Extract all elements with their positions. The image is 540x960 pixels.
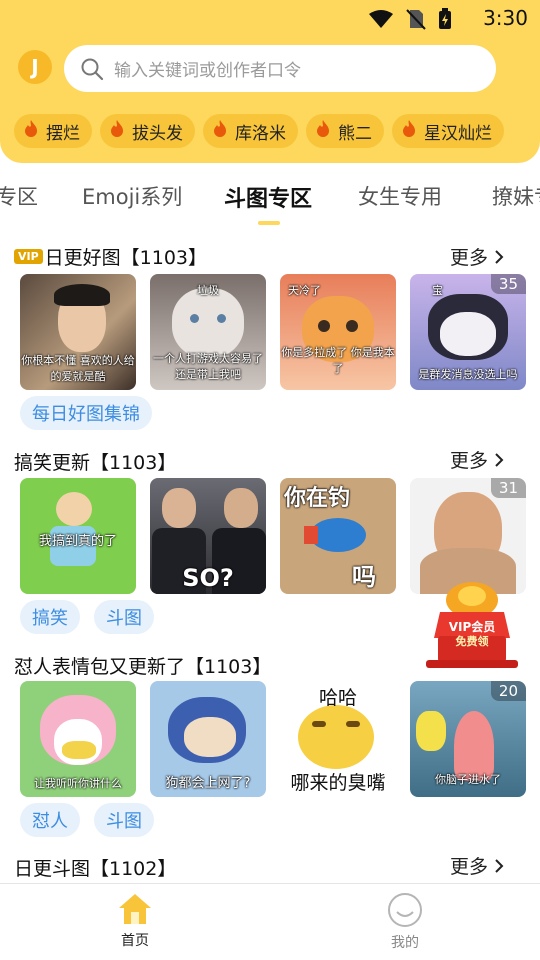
status-icons <box>368 8 452 30</box>
tab-doutu[interactable]: 斗图专区 <box>224 181 312 213</box>
search-placeholder: 输入关键词或创作者口令 <box>114 61 301 81</box>
hot-tag-label: 拔头发 <box>132 123 183 144</box>
thumb-caption-top: 宝 <box>432 284 443 297</box>
more-label: 更多 <box>449 856 488 878</box>
section-title: VIP 日更好图【1103】 <box>14 243 207 270</box>
more-link[interactable]: 更多 <box>450 852 504 879</box>
hot-tag-chip[interactable]: 星汉灿烂 <box>392 114 504 148</box>
search-icon <box>81 58 104 80</box>
nav-home[interactable]: 首页 <box>95 892 175 950</box>
tag-funny[interactable]: 搞笑 <box>20 600 80 634</box>
app-logo[interactable]: J <box>18 50 52 84</box>
thumb-caption: 是群发消息没选上吗 <box>418 368 518 381</box>
vip-promo-button[interactable]: VIP会员 免费领 <box>420 578 524 670</box>
thumb-caption: 我搞到真的了 <box>38 534 117 549</box>
tag-doutu[interactable]: 斗图 <box>94 803 154 837</box>
meme-thumb[interactable]: 狗都会上网了? <box>150 681 266 797</box>
vip-badge: VIP <box>14 249 43 264</box>
tab-zone[interactable]: 专区 <box>0 181 38 211</box>
hot-tag-chip[interactable]: 拔头发 <box>100 114 195 148</box>
thumb-caption: 你脑子进水了 <box>435 773 501 786</box>
status-time: 3:30 <box>483 6 528 30</box>
search-bar[interactable]: 输入关键词或创作者口令 <box>64 45 496 92</box>
thumb-caption: 狗都会上网了? <box>165 776 251 791</box>
thumb-caption: SO? <box>182 564 234 592</box>
tag-diss[interactable]: 怼人 <box>20 803 80 837</box>
thumb-caption-top: 垃圾 <box>197 284 219 297</box>
thumb-caption: 你是多拉成了 你是我本了 <box>281 346 395 375</box>
more-link[interactable]: 更多 <box>450 243 504 270</box>
smiley-icon <box>388 893 422 927</box>
fire-icon <box>110 119 124 143</box>
hot-tags-row: 摆烂 拔头发 库洛米 熊二 星汉灿烂 <box>14 114 504 148</box>
section-title: 搞笑更新【1103】 <box>14 452 177 474</box>
active-tab-indicator <box>258 221 280 225</box>
meme-thumb[interactable]: 你在钓 吗 <box>280 478 396 594</box>
thumb-caption-top: 哈哈 <box>318 687 357 709</box>
meme-thumb[interactable]: 35 宝 是群发消息没选上吗 <box>410 274 526 390</box>
category-tabs: 专区 Emoji系列 斗图专区 女生专用 撩妹专 <box>0 175 540 225</box>
hot-tag-chip[interactable]: 库洛米 <box>203 114 298 148</box>
more-label: 更多 <box>449 247 488 269</box>
meme-thumb[interactable]: 我搞到真的了 <box>20 478 136 594</box>
bottom-nav: 首页 我的 <box>0 883 540 960</box>
chevron-right-icon <box>495 249 504 264</box>
meme-thumb[interactable]: 哈哈 哪来的臭嘴 <box>280 681 396 797</box>
hot-tag-label: 摆烂 <box>46 123 80 144</box>
hot-tag-label: 库洛米 <box>235 123 286 144</box>
thumb-caption: 让我听听你讲什么 <box>34 777 122 790</box>
hot-tag-chip[interactable]: 熊二 <box>306 114 384 148</box>
meme-thumb[interactable]: 垃圾 一个人打游戏太容易了 还是带上我吧 <box>150 274 266 390</box>
section-title: 怼人表情包又更新了【1103】 <box>14 656 272 678</box>
meme-thumb[interactable]: 天冷了 你是多拉成了 你是我本了 <box>280 274 396 390</box>
battery-icon <box>439 8 451 29</box>
tab-emoji[interactable]: Emoji系列 <box>82 181 182 211</box>
fire-icon <box>213 119 227 143</box>
hot-tag-label: 熊二 <box>338 123 372 144</box>
meme-thumb[interactable]: 让我听听你讲什么 <box>20 681 136 797</box>
nav-mine-label: 我的 <box>391 935 419 951</box>
thumb-caption: 哪来的臭嘴 <box>290 772 386 794</box>
status-bar: 3:30 <box>0 0 540 36</box>
image-count-badge: 20 <box>490 681 526 701</box>
home-icon <box>119 894 151 924</box>
thumb-caption: 一个人打游戏太容易了 还是带上我吧 <box>153 352 263 381</box>
more-link[interactable]: 更多 <box>450 446 504 473</box>
section-title: 日更斗图【1102】 <box>14 858 177 880</box>
nav-home-label: 首页 <box>121 933 149 949</box>
header: 3:30 J 输入关键词或创作者口令 摆烂 拔头发 库洛米 熊二 星汉灿烂 <box>0 0 540 163</box>
thumb-caption-top: 天冷了 <box>288 284 321 297</box>
no-sim-icon <box>406 9 426 30</box>
vip-promo-subtitle: 免费领 <box>455 635 489 648</box>
meme-thumb[interactable]: 你根本不懂 喜欢的人给的爱就是酷 <box>20 274 136 390</box>
meme-thumb[interactable]: 31 <box>410 478 526 594</box>
thumb-caption: 吗 <box>352 563 376 591</box>
wifi-icon <box>369 10 393 28</box>
nav-mine[interactable]: 我的 <box>365 892 445 952</box>
tag-daily-collection[interactable]: 每日好图集锦 <box>20 396 152 430</box>
fire-icon <box>402 119 416 143</box>
fire-icon <box>24 119 38 143</box>
section-title-text: 日更好图【1103】 <box>44 247 208 269</box>
thumb-caption-top: 你在钓 <box>284 486 351 511</box>
fire-icon <box>316 119 330 143</box>
hot-tag-label: 星汉灿烂 <box>424 123 492 144</box>
thumb-caption: 你根本不懂 喜欢的人给的爱就是酷 <box>21 354 135 383</box>
meme-thumb[interactable]: SO? <box>150 478 266 594</box>
chevron-right-icon <box>495 858 504 873</box>
image-count-badge: 31 <box>490 478 526 498</box>
hot-tag-chip[interactable]: 摆烂 <box>14 114 92 148</box>
tag-doutu[interactable]: 斗图 <box>94 600 154 634</box>
tab-girls[interactable]: 女生专用 <box>358 181 442 211</box>
tab-flirt[interactable]: 撩妹专 <box>492 181 540 211</box>
chevron-right-icon <box>495 452 504 467</box>
meme-thumb[interactable]: 20 你脑子进水了 <box>410 681 526 797</box>
more-label: 更多 <box>449 450 488 472</box>
